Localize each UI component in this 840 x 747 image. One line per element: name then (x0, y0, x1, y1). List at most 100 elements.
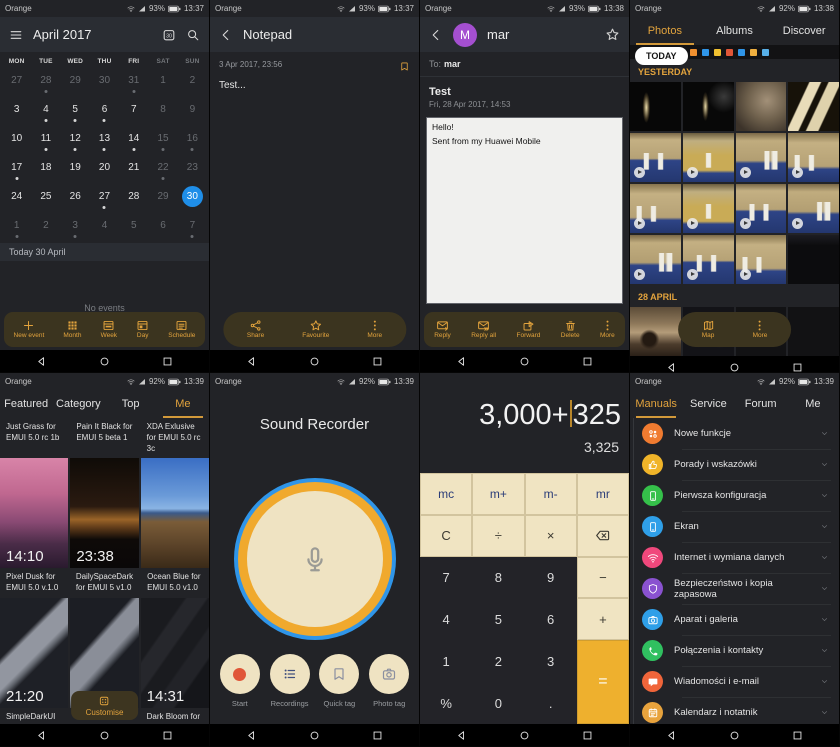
manuals-item[interactable]: Połączenia i kontakty (630, 635, 839, 666)
manuals-item[interactable]: Aparat i galeria (630, 604, 839, 635)
manuals-item[interactable]: Bezpieczeństwo i kopia zapasowa (630, 573, 839, 604)
day-cell[interactable]: 9 (178, 95, 207, 124)
record-dial[interactable] (234, 478, 396, 640)
nav-back-icon[interactable] (456, 356, 467, 367)
tab-top[interactable]: Top (105, 390, 157, 418)
video-thumbnail[interactable] (736, 184, 787, 233)
toolbar-more[interactable]: More (600, 319, 615, 340)
theme-thumbnail[interactable]: 23:38 (70, 458, 138, 568)
nav-recents-icon[interactable] (162, 730, 173, 741)
nav-recents-icon[interactable] (372, 730, 383, 741)
key-1[interactable]: 1 (420, 640, 472, 682)
theme-title[interactable]: SimpleDarkUI for EMUI 5.0 v.1.2a (0, 712, 68, 724)
tab-discover[interactable]: Discover (769, 17, 839, 45)
day-cell[interactable]: 17 (2, 153, 31, 182)
nav-back-icon[interactable] (36, 730, 47, 741)
goto-date-icon[interactable]: 30 (162, 28, 176, 42)
toolbar-forward[interactable]: Forward (517, 319, 541, 340)
toolbar-schedule[interactable]: Schedule (168, 319, 195, 340)
tab-albums[interactable]: Albums (700, 17, 770, 45)
toolbar-day[interactable]: Day (136, 319, 149, 340)
key-backspace[interactable] (577, 515, 629, 557)
menu-icon[interactable] (9, 28, 23, 42)
theme-thumbnail[interactable]: 14:31 (141, 598, 209, 708)
day-cell[interactable]: 2 (178, 66, 207, 95)
day-cell[interactable]: 21 (119, 153, 148, 182)
day-cell[interactable]: 6 (90, 95, 119, 124)
day-cell[interactable]: 11 (31, 124, 60, 153)
video-thumbnail[interactable] (788, 184, 839, 233)
manuals-item[interactable]: Wiadomości i e-mail (630, 666, 839, 697)
key-%[interactable]: % (420, 682, 472, 724)
nav-home-icon[interactable] (99, 356, 110, 367)
video-thumbnail[interactable] (630, 184, 681, 233)
day-cell[interactable]: 29 (148, 182, 177, 211)
nav-recents-icon[interactable] (792, 362, 803, 373)
day-cell[interactable]: 28 (119, 182, 148, 211)
photo-thumbnail[interactable] (630, 307, 681, 356)
video-thumbnail[interactable] (736, 133, 787, 182)
photo-thumbnail[interactable] (683, 82, 734, 131)
manuals-item[interactable]: Internet i wymiana danych (630, 542, 839, 573)
day-cell[interactable]: 31 (119, 66, 148, 95)
toolbar-new-event[interactable]: New event (14, 319, 45, 340)
key-2[interactable]: 2 (472, 640, 524, 682)
video-thumbnail[interactable] (788, 133, 839, 182)
day-cell[interactable]: 3 (61, 211, 90, 240)
toolbar-share[interactable]: Share (247, 319, 264, 340)
video-thumbnail[interactable] (683, 133, 734, 182)
theme-title[interactable]: XDA Exlusive for EMUI 5.0 rc 3c (141, 422, 209, 454)
key-7[interactable]: 7 (420, 557, 472, 599)
video-thumbnail[interactable] (683, 184, 734, 233)
key-m-[interactable]: m- (525, 473, 577, 515)
day-cell[interactable]: 12 (61, 124, 90, 153)
nav-back-icon[interactable] (36, 356, 47, 367)
toolbar-reply-all[interactable]: Reply all (471, 319, 496, 340)
nav-back-icon[interactable] (456, 730, 467, 741)
theme-title[interactable]: Pain It Black for EMUI 5 beta 1 (70, 422, 138, 454)
key-mc[interactable]: mc (420, 473, 472, 515)
theme-title[interactable]: Pixel Dusk for EMUI 5.0 v.1.0 (0, 572, 68, 594)
day-cell[interactable]: 5 (119, 211, 148, 240)
day-cell[interactable]: 30 (90, 66, 119, 95)
toolbar-month[interactable]: Month (63, 319, 81, 340)
customise-button[interactable]: Customise (71, 691, 139, 720)
note-text[interactable]: Test... (210, 73, 419, 98)
tab-me[interactable]: Me (787, 390, 839, 418)
start-button[interactable]: Start (220, 654, 260, 708)
key-−[interactable]: − (577, 557, 629, 599)
photo-thumbnail[interactable] (630, 82, 681, 131)
day-cell[interactable]: 19 (61, 153, 90, 182)
theme-thumbnail[interactable]: 21:20 (0, 598, 68, 708)
toolbar-week[interactable]: Week (101, 319, 118, 340)
email-body[interactable]: Hello!Sent from my Huawei Mobile (426, 117, 623, 304)
nav-home-icon[interactable] (729, 362, 740, 373)
day-cell[interactable]: 6 (148, 211, 177, 240)
day-cell[interactable]: 24 (2, 182, 31, 211)
day-cell[interactable]: 20 (90, 153, 119, 182)
nav-recents-icon[interactable] (372, 356, 383, 367)
search-icon[interactable] (186, 28, 200, 42)
nav-home-icon[interactable] (519, 730, 530, 741)
manuals-item[interactable]: Porady i wskazówki (630, 449, 839, 480)
day-cell[interactable]: 25 (31, 182, 60, 211)
tab-featured[interactable]: Featured (0, 390, 52, 418)
key-5[interactable]: 5 (472, 598, 524, 640)
theme-title[interactable]: Ocean Blue for EMUI 5.0 v1.0 (141, 572, 209, 594)
tab-photos[interactable]: Photos (630, 17, 700, 45)
key-9[interactable]: 9 (525, 557, 577, 599)
bookmark-icon[interactable] (399, 60, 410, 73)
toolbar-reply[interactable]: Reply (434, 319, 451, 340)
nav-home-icon[interactable] (729, 730, 740, 741)
nav-recents-icon[interactable] (162, 356, 173, 367)
nav-home-icon[interactable] (99, 730, 110, 741)
video-thumbnail[interactable] (736, 235, 787, 284)
photo-thumbnail[interactable] (788, 307, 839, 356)
nav-recents-icon[interactable] (582, 356, 593, 367)
day-cell[interactable]: 7 (178, 211, 207, 240)
day-cell[interactable]: 16 (178, 124, 207, 153)
photo-thumbnail[interactable] (788, 235, 839, 284)
day-cell[interactable]: 2 (31, 211, 60, 240)
day-cell[interactable]: 15 (148, 124, 177, 153)
manuals-item[interactable]: Kalendarz i notatnik (630, 697, 839, 724)
